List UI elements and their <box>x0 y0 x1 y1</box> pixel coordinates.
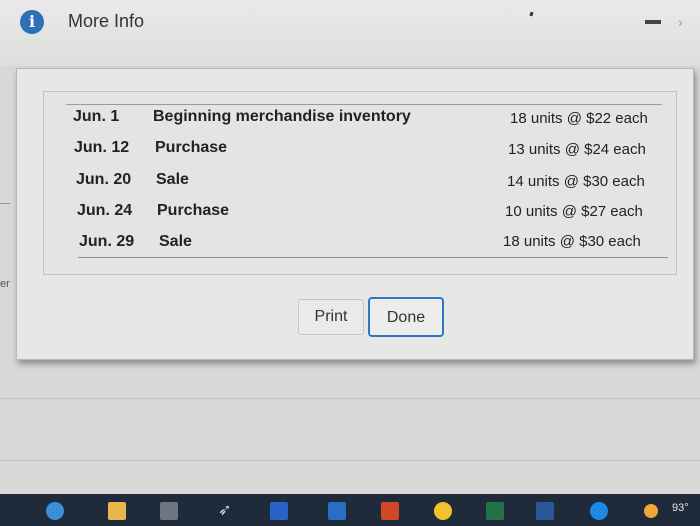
row-quantity: 18 units @ $30 each <box>503 233 641 250</box>
word-icon[interactable] <box>536 502 554 520</box>
title-bar: i More Info › <box>0 0 700 66</box>
row-description: Beginning merchandise inventory <box>153 108 411 125</box>
background-text: er <box>0 278 10 290</box>
office-icon[interactable] <box>381 502 399 520</box>
mail-icon[interactable] <box>328 502 346 520</box>
row-date: Jun. 20 <box>76 171 132 188</box>
table-row: Jun. 20 Sale 14 units @ $30 each <box>44 171 678 201</box>
info-icon: i <box>20 10 44 34</box>
table-row: Jun. 12 Purchase 13 units @ $24 each <box>44 139 678 169</box>
row-quantity: 14 units @ $30 each <box>507 173 645 190</box>
start-icon[interactable] <box>46 502 64 520</box>
row-date: Jun. 29 <box>79 233 135 250</box>
arrow-icon[interactable]: ➶ <box>218 502 236 520</box>
row-description: Purchase <box>157 202 230 219</box>
print-button[interactable]: Print <box>298 299 364 335</box>
window-title: More Info <box>68 11 145 31</box>
help-icon[interactable] <box>590 502 608 520</box>
cursor-mark <box>529 11 534 17</box>
file-explorer-icon[interactable] <box>108 502 126 520</box>
calculator-icon[interactable] <box>160 502 178 520</box>
transactions-table: Jun. 1 Beginning merchandise inventory 1… <box>43 91 677 275</box>
row-date: Jun. 1 <box>73 108 120 125</box>
taskbar: ➶ 93° <box>0 494 700 526</box>
page-divider <box>0 398 700 399</box>
chrome-icon[interactable] <box>434 502 452 520</box>
row-description: Sale <box>156 171 189 188</box>
dropbox-icon[interactable] <box>270 502 288 520</box>
more-info-dialog: Jun. 1 Beginning merchandise inventory 1… <box>16 68 694 360</box>
page-divider <box>0 460 700 461</box>
table-row: Jun. 1 Beginning merchandise inventory 1… <box>44 108 678 138</box>
done-button[interactable]: Done <box>368 297 444 337</box>
excel-icon[interactable] <box>486 502 504 520</box>
minimize-icon[interactable] <box>645 20 661 24</box>
table-bottom-rule <box>78 257 668 258</box>
close-icon[interactable]: › <box>678 14 683 30</box>
row-date: Jun. 12 <box>74 139 130 156</box>
row-quantity: 18 units @ $22 each <box>510 110 648 127</box>
row-description: Sale <box>159 233 192 250</box>
row-quantity: 13 units @ $24 each <box>508 141 646 158</box>
row-description: Purchase <box>155 139 228 156</box>
table-top-rule <box>66 104 662 105</box>
weather-icon <box>644 504 658 518</box>
row-date: Jun. 24 <box>77 202 133 219</box>
background-divider <box>0 203 10 204</box>
table-row: Jun. 24 Purchase 10 units @ $27 each <box>44 202 678 232</box>
row-quantity: 10 units @ $27 each <box>505 203 643 220</box>
table-row: Jun. 29 Sale 18 units @ $30 each <box>44 233 678 263</box>
temperature-label: 93° <box>672 502 689 514</box>
